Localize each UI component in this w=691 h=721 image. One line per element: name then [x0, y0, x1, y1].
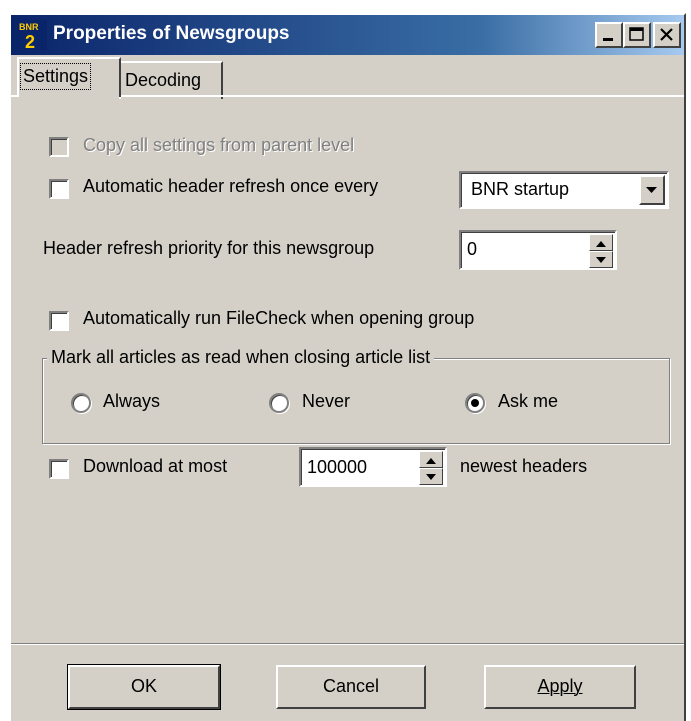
- download-at-most-checkbox[interactable]: [49, 459, 69, 479]
- auto-refresh-checkbox[interactable]: [49, 179, 69, 199]
- arrow-up-icon: [426, 458, 436, 464]
- cancel-button[interactable]: Cancel: [276, 665, 426, 709]
- close-button[interactable]: [653, 22, 681, 48]
- bnr2-app-icon: BNR 2: [17, 20, 47, 50]
- radio-never[interactable]: [269, 393, 289, 413]
- radio-selected-dot: [471, 399, 479, 407]
- arrow-up-icon: [596, 241, 606, 247]
- ok-button-label: OK: [130, 676, 157, 696]
- spin-down-button[interactable]: [419, 468, 443, 485]
- priority-spinner[interactable]: 0: [459, 230, 617, 270]
- tab-settings[interactable]: Settings: [17, 57, 121, 97]
- maximize-button[interactable]: [623, 22, 651, 48]
- svg-text:2: 2: [25, 32, 35, 50]
- svg-text:BNR: BNR: [19, 22, 39, 32]
- download-suffix-label: newest headers: [460, 456, 588, 476]
- spin-up-button[interactable]: [419, 451, 443, 468]
- minimize-icon: [603, 38, 613, 41]
- apply-button-label: Apply: [537, 676, 583, 696]
- minimize-button[interactable]: [595, 22, 623, 48]
- radio-ask-me-label: Ask me: [498, 391, 559, 411]
- separator: [11, 643, 684, 645]
- priority-label: Header refresh priority for this newsgro…: [43, 238, 375, 258]
- settings-panel: Copy all settings from parent level Auto…: [11, 95, 684, 643]
- download-count-value: 100000: [307, 457, 368, 477]
- mark-read-group-label: Mark all articles as read when closing a…: [47, 347, 435, 368]
- arrow-down-icon: [426, 474, 436, 480]
- filecheck-checkbox[interactable]: [49, 311, 69, 331]
- properties-dialog: BNR 2 Properties of Newsgroups Settings …: [9, 13, 686, 721]
- chevron-down-icon: [646, 187, 657, 193]
- copy-all-label: Copy all settings from parent level: [83, 135, 355, 155]
- download-count-spinner[interactable]: 100000: [299, 447, 447, 487]
- spin-up-button[interactable]: [589, 234, 613, 251]
- refresh-interval-dropdown[interactable]: BNR startup: [459, 171, 669, 209]
- tab-decoding[interactable]: Decoding: [119, 61, 223, 99]
- maximize-icon: [629, 27, 644, 41]
- ok-button[interactable]: OK: [67, 664, 221, 710]
- arrow-down-icon: [596, 257, 606, 263]
- refresh-interval-value: BNR startup: [471, 179, 570, 199]
- tab-settings-label: Settings: [19, 63, 92, 90]
- title-bar[interactable]: BNR 2 Properties of Newsgroups: [11, 15, 684, 55]
- window-title: Properties of Newsgroups: [53, 23, 290, 44]
- apply-button[interactable]: Apply: [484, 665, 636, 709]
- download-at-most-label: Download at most: [83, 456, 228, 476]
- filecheck-label: Automatically run FileCheck when opening…: [83, 308, 475, 328]
- spin-down-button[interactable]: [589, 251, 613, 268]
- dropdown-button[interactable]: [639, 175, 665, 205]
- radio-ask-me[interactable]: [465, 393, 485, 413]
- radio-always[interactable]: [71, 393, 91, 413]
- priority-value: 0: [467, 239, 478, 259]
- tab-decoding-label: Decoding: [125, 70, 202, 90]
- radio-always-label: Always: [103, 391, 161, 411]
- close-icon: [660, 28, 673, 41]
- radio-never-label: Never: [302, 391, 351, 411]
- cancel-button-label: Cancel: [322, 676, 380, 696]
- copy-all-checkbox[interactable]: [49, 137, 69, 157]
- auto-refresh-label: Automatic header refresh once every: [83, 176, 379, 196]
